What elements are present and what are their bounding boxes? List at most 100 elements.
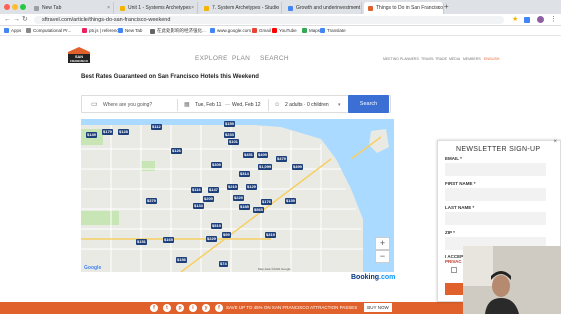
hotel-price-pin[interactable]: $309 — [211, 162, 222, 168]
hotel-price-pin[interactable]: $156 — [176, 257, 187, 263]
destination-input[interactable]: Where are you going? — [103, 96, 152, 114]
hotel-price-pin[interactable]: $314 — [239, 171, 250, 177]
hotel-map[interactable]: $149 $179 $128 $112 $159 $233 $101 $126 $451 $409… — [81, 119, 394, 272]
hotel-price-pin[interactable]: $126 — [171, 148, 182, 154]
hotel-price-pin[interactable]: $179 — [102, 129, 113, 135]
tab-2[interactable]: Unit 1 - Systems Archetypes × — [116, 2, 198, 14]
hotel-price-pin[interactable]: $133 — [193, 203, 204, 209]
zoom-out-button[interactable]: − — [375, 250, 390, 263]
new-tab-icon[interactable]: + — [444, 3, 449, 11]
nav-travel-trade[interactable]: TRAVEL TRADE — [421, 57, 447, 61]
extension-icon[interactable] — [524, 17, 530, 23]
first-name-field[interactable] — [445, 188, 546, 201]
hotel-price-pin[interactable]: $319 — [265, 232, 276, 238]
bookmark-item[interactable]: 在此处影响的经济强化... — [150, 28, 206, 34]
hotel-price-pin[interactable]: $565 — [253, 207, 264, 213]
hotel-price-pin[interactable]: $519 — [211, 223, 222, 229]
bookmark-star-icon[interactable]: ★ — [512, 16, 518, 24]
url-input[interactable]: sftravel.com/article/things-do-san-franc… — [34, 16, 504, 24]
tab-3[interactable]: 7. System Archetypes - Studio × — [200, 2, 282, 14]
hotel-price-pin[interactable]: $379 — [146, 198, 157, 204]
chevron-down-icon[interactable]: ▾ — [338, 96, 341, 114]
last-name-field[interactable] — [445, 212, 546, 225]
hotel-price-pin[interactable]: $479 — [276, 156, 287, 162]
close-window-icon[interactable] — [4, 4, 10, 10]
bookmark-item[interactable]: p5.js | reference — [82, 28, 121, 33]
email-field[interactable] — [445, 163, 546, 176]
privacy-link[interactable]: PRIVAC — [445, 259, 462, 264]
nav-explore[interactable]: EXPLORE — [195, 55, 228, 62]
hotel-price-pin[interactable]: $116 — [191, 187, 202, 193]
hotel-price-pin[interactable]: $229 — [206, 236, 217, 242]
tab-label: New Tab — [42, 5, 62, 11]
hotel-price-pin[interactable]: $409 — [257, 152, 268, 158]
bookmark-icon — [210, 28, 215, 33]
tab-5[interactable]: Things to Do in San Francisco × — [364, 2, 444, 14]
social-icon[interactable]: t — [163, 304, 171, 312]
bookmark-item[interactable]: www.google.com — [210, 28, 251, 33]
minimize-window-icon[interactable] — [12, 4, 18, 10]
checkout-date[interactable]: Wed, Feb 12 — [232, 96, 261, 114]
hotel-price-pin[interactable]: $229 — [233, 195, 244, 201]
menu-icon[interactable]: ⋮ — [550, 16, 557, 24]
hotel-price-pin[interactable]: $219 — [227, 184, 238, 190]
nav-members[interactable]: MEMBERS — [463, 57, 481, 61]
hotel-price-pin[interactable]: $151 — [136, 239, 147, 245]
tab-close-icon[interactable]: × — [107, 5, 110, 11]
back-icon[interactable]: ← — [4, 16, 11, 24]
accept-checkbox[interactable] — [451, 267, 457, 273]
hotel-price-pin[interactable]: $147 — [208, 187, 219, 193]
reload-icon[interactable]: ↻ — [22, 16, 28, 24]
tab-1[interactable]: New Tab × — [30, 2, 114, 14]
profile-avatar[interactable] — [537, 16, 544, 23]
tab-close-icon[interactable]: × — [355, 5, 358, 11]
social-icon[interactable]: p — [176, 304, 184, 312]
hotel-price-pin[interactable]: $233 — [224, 132, 235, 138]
bookmark-item[interactable]: Computational Pr... — [26, 28, 71, 33]
guests-select[interactable]: 2 adults · 0 children — [285, 96, 329, 114]
social-icon[interactable]: y — [202, 304, 210, 312]
hotel-price-pin[interactable]: $209 — [203, 196, 214, 202]
social-icon[interactable]: i — [189, 304, 197, 312]
tab-close-icon[interactable]: × — [275, 5, 278, 11]
hotel-price-pin[interactable]: $101 — [228, 139, 239, 145]
hotel-price-pin[interactable]: $99 — [222, 232, 231, 238]
hotel-price-pin[interactable]: $165 — [163, 237, 174, 243]
buy-now-button[interactable]: BUY NOW — [364, 303, 392, 312]
sf-logo[interactable]: SAN FRANCISCO — [66, 46, 92, 66]
checkin-date[interactable]: Tue, Feb 11 — [195, 96, 221, 114]
tab-close-icon[interactable]: × — [437, 5, 440, 11]
search-button[interactable]: Search — [348, 95, 389, 113]
close-icon[interactable]: × — [553, 139, 557, 145]
bookmark-item[interactable]: Apps — [4, 28, 21, 33]
nav-meeting-planners[interactable]: MEETING PLANNERS — [383, 57, 419, 61]
hotel-price-pin[interactable]: $74 — [219, 261, 228, 267]
hotel-price-pin[interactable]: $139 — [285, 198, 296, 204]
hotel-price-pin[interactable]: $128 — [118, 129, 129, 135]
nav-plan[interactable]: PLAN — [232, 55, 250, 62]
nav-media[interactable]: MEDIA — [449, 57, 460, 61]
bookmark-item[interactable]: New Tab — [118, 28, 142, 33]
hotel-price-pin[interactable]: $112 — [151, 124, 162, 130]
maximize-window-icon[interactable] — [20, 4, 26, 10]
nav-language[interactable]: ENGLISH — [484, 57, 499, 61]
hotel-price-pin[interactable]: $185 — [239, 204, 250, 210]
bookmark-item[interactable]: Gmail — [252, 28, 271, 33]
hotel-price-pin[interactable]: $149 — [86, 132, 97, 138]
bookmark-item[interactable]: Maps — [302, 28, 320, 33]
hotel-price-pin[interactable]: $129 — [246, 184, 257, 190]
hotel-price-pin[interactable]: $451 — [243, 152, 254, 158]
social-icon[interactable]: f — [215, 304, 223, 312]
nav-search[interactable]: SEARCH — [260, 55, 289, 62]
forward-icon[interactable]: → — [13, 16, 20, 24]
social-icon[interactable]: f — [150, 304, 158, 312]
zoom-in-button[interactable]: + — [375, 237, 390, 250]
tab-4[interactable]: Growth and underinvestment × — [284, 2, 362, 14]
hotel-price-pin[interactable]: $499 — [292, 164, 303, 170]
bookmark-item[interactable]: YouTube — [272, 28, 297, 33]
hotel-price-pin[interactable]: $1,099 — [258, 164, 273, 170]
bookmark-item[interactable]: Translate — [320, 28, 346, 33]
hotel-price-pin[interactable]: $159 — [224, 121, 235, 127]
tab-close-icon[interactable]: × — [191, 5, 194, 11]
hotel-price-pin[interactable]: $176 — [261, 199, 272, 205]
